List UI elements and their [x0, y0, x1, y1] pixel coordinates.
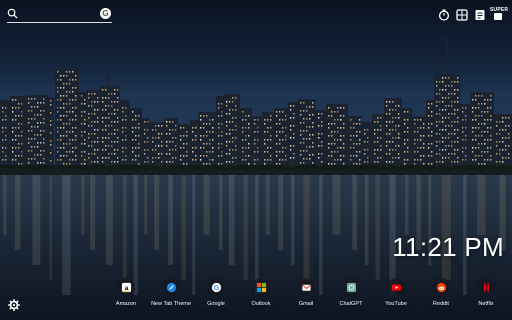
youtube-icon: [387, 278, 405, 296]
new-tab-theme-icon: [162, 278, 180, 296]
shortcut-reddit[interactable]: Reddit: [419, 276, 463, 312]
search-icon: [7, 8, 18, 19]
shortcut-label: Gmail: [298, 301, 314, 307]
shortcut-new-tab-theme[interactable]: New Tab Theme: [149, 276, 193, 312]
shortcut-label: Netflix: [478, 301, 494, 307]
timer-icon[interactable]: [438, 9, 450, 21]
shortcut-dock: a Amazon New Tab Theme G Google Outlook …: [104, 276, 512, 312]
super-badge: SUPER: [490, 7, 509, 13]
shortcut-google[interactable]: G Google: [194, 276, 238, 312]
building: [252, 116, 262, 170]
shortcut-gmail[interactable]: Gmail: [284, 276, 328, 312]
building: [79, 92, 87, 170]
building: [0, 100, 10, 168]
shortcut-label: Outlook: [251, 301, 271, 307]
super-button[interactable]: SUPER: [490, 7, 508, 21]
shortcut-label: Reddit: [433, 301, 449, 307]
gmail-icon: [297, 278, 315, 296]
building: [142, 118, 150, 170]
search-bar[interactable]: G: [7, 6, 112, 23]
building: [426, 100, 434, 170]
top-toolbar: SUPER: [438, 7, 508, 22]
google-g-icon[interactable]: G: [100, 8, 111, 19]
amazon-icon: a: [117, 278, 135, 296]
todo-icon[interactable]: [474, 9, 486, 21]
shortcut-outlook[interactable]: Outlook: [239, 276, 283, 312]
building: [262, 112, 274, 170]
apps-grid-icon[interactable]: [456, 9, 468, 21]
svg-text:G: G: [213, 284, 218, 291]
clock: 11:21 PM: [392, 232, 504, 262]
shortcut-netflix[interactable]: Netflix: [464, 276, 508, 312]
building: [190, 120, 198, 170]
shortcut-label: YouTube: [385, 301, 407, 307]
shortcut-label: Google: [207, 301, 225, 307]
reddit-icon: [432, 278, 450, 296]
shortcut-amazon[interactable]: a Amazon: [104, 276, 148, 312]
shortcut-chatgpt[interactable]: ChatGPT: [329, 276, 373, 312]
building: [198, 112, 216, 170]
shortcut-youtube[interactable]: YouTube: [374, 276, 418, 312]
gear-icon[interactable]: [8, 299, 20, 311]
shortcut-label: ChatGPT: [339, 301, 363, 307]
shortcut-label: New Tab Theme: [151, 301, 191, 307]
wallpaper-city-skyline: [0, 0, 512, 320]
netflix-icon: [477, 278, 495, 296]
outlook-icon: [252, 278, 270, 296]
search-input[interactable]: [21, 7, 99, 20]
google-icon: G: [207, 278, 225, 296]
chatgpt-icon: [342, 278, 360, 296]
building: [434, 74, 460, 170]
shortcut-label: Amazon: [115, 301, 137, 307]
building: [288, 102, 298, 170]
